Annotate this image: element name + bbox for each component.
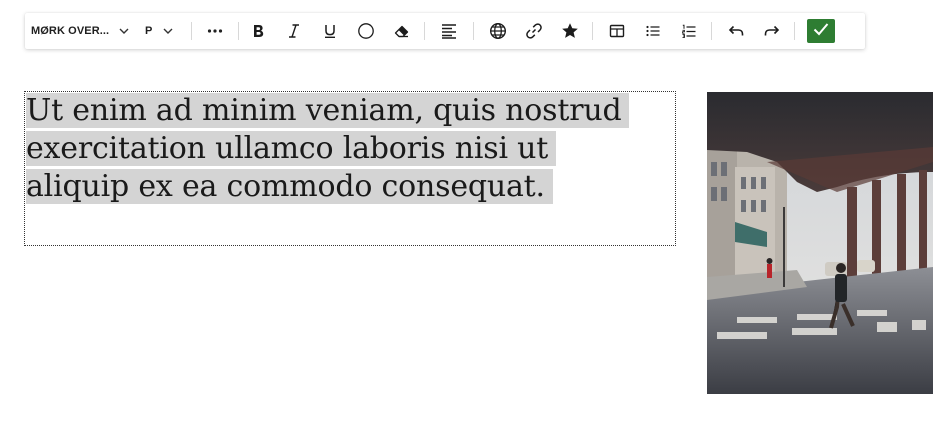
underline-button[interactable]: [312, 13, 348, 49]
link-icon: [525, 22, 543, 40]
favorite-button[interactable]: [552, 13, 588, 49]
confirm-button[interactable]: [807, 19, 835, 43]
circle-button[interactable]: [348, 13, 384, 49]
italic-icon: [286, 23, 302, 39]
chevron-down-icon: [162, 25, 174, 37]
undo-button[interactable]: [718, 13, 754, 49]
more-options-button[interactable]: [192, 13, 238, 49]
numbered-list-button[interactable]: [671, 13, 707, 49]
circle-icon: [357, 22, 375, 40]
redo-icon: [763, 22, 781, 40]
style-dropdown[interactable]: MØRK OVER...: [25, 13, 135, 49]
bold-icon: [250, 23, 266, 39]
editor-paragraph[interactable]: Ut enim ad minim veniam, quis nostrud ex…: [25, 92, 646, 206]
street-photo-illustration: [707, 92, 933, 394]
clear-formatting-button[interactable]: [384, 13, 420, 49]
bulleted-list-button[interactable]: [635, 13, 671, 49]
paragraph-dropdown-label: P: [145, 25, 153, 37]
style-dropdown-label: MØRK OVER...: [31, 25, 110, 37]
selected-text: Ut enim ad minim veniam, quis nostrud ex…: [26, 93, 630, 204]
street-photo-image: [707, 92, 933, 394]
toolbar-divider: [711, 22, 712, 40]
more-horizontal-icon: [206, 22, 224, 40]
undo-icon: [727, 22, 745, 40]
italic-button[interactable]: [276, 13, 312, 49]
bold-button[interactable]: [240, 13, 276, 49]
eraser-icon: [393, 22, 411, 40]
web-link-button[interactable]: [480, 13, 516, 49]
editor-toolbar: MØRK OVER... P: [25, 13, 865, 49]
paragraph-dropdown[interactable]: P: [135, 13, 189, 49]
table-icon: [609, 23, 625, 39]
link-button[interactable]: [516, 13, 552, 49]
toolbar-divider: [473, 22, 474, 40]
underline-icon: [322, 23, 338, 39]
toolbar-divider: [238, 22, 239, 40]
toolbar-divider: [794, 22, 795, 40]
numbered-list-icon: [681, 23, 697, 39]
align-left-icon: [440, 22, 458, 40]
text-editor-block[interactable]: Ut enim ad minim veniam, quis nostrud ex…: [24, 91, 676, 246]
check-icon: [812, 21, 830, 42]
bulleted-list-icon: [645, 23, 661, 39]
redo-button[interactable]: [754, 13, 790, 49]
table-button[interactable]: [599, 13, 635, 49]
toolbar-divider: [592, 22, 593, 40]
star-icon: [561, 22, 579, 40]
align-button[interactable]: [425, 13, 473, 49]
chevron-down-icon: [118, 25, 130, 37]
globe-icon: [489, 22, 507, 40]
